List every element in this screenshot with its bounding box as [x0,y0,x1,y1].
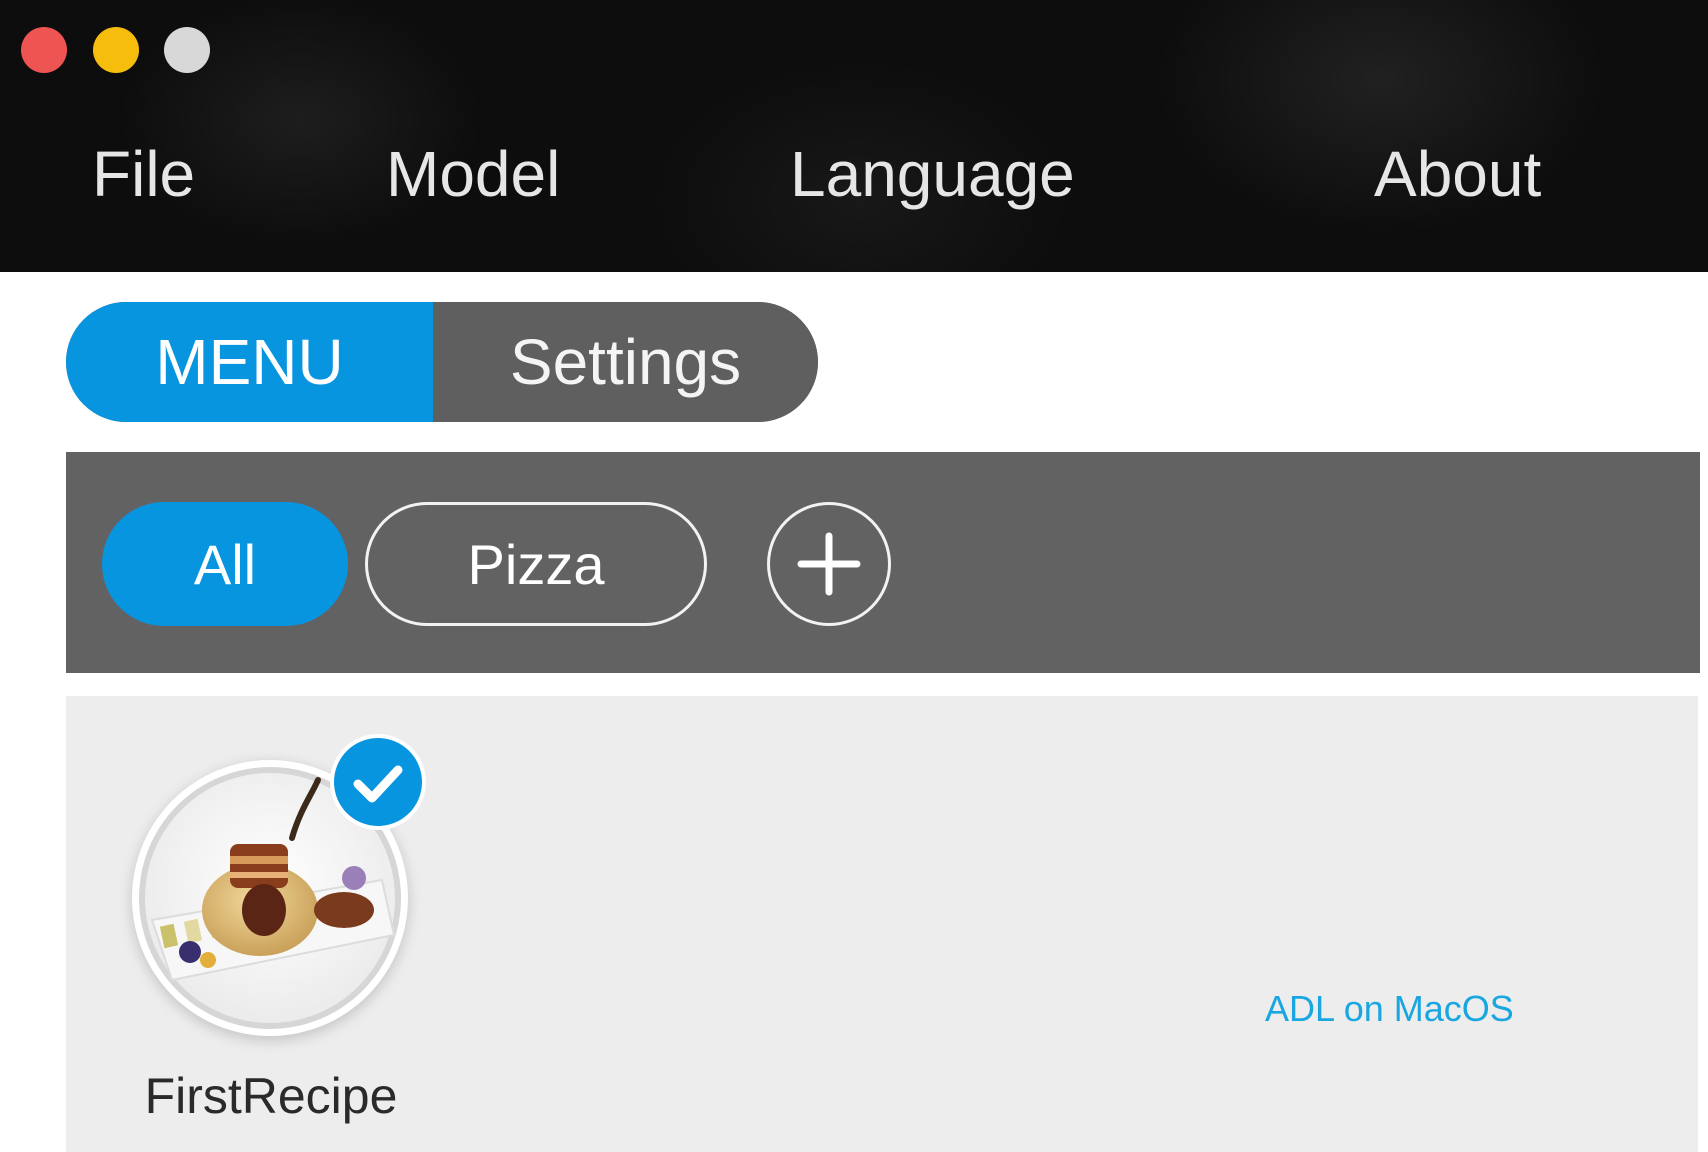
recipe-name: FirstRecipe [144,1068,398,1124]
category-chip-pizza[interactable]: Pizza [365,502,707,626]
checkmark-icon [353,765,403,803]
zoom-window-button[interactable] [164,27,210,73]
menu-language[interactable]: Language [790,136,1075,212]
tab-menu[interactable]: MENU [66,302,433,422]
add-category-button[interactable] [767,502,891,626]
minimize-window-button[interactable] [93,27,139,73]
menu-file[interactable]: File [92,136,195,212]
close-window-button[interactable] [21,27,67,73]
title-bar: File Model Language About [0,0,1708,272]
tab-settings[interactable]: Settings [433,302,818,422]
menu-about[interactable]: About [1374,136,1541,212]
category-bar: All Pizza [66,452,1700,673]
platform-note: ADL on MacOS [1265,988,1514,1029]
recipe-card[interactable]: FirstRecipe [126,734,426,1152]
main-tab-switcher: MENU Settings [66,302,818,422]
app-window: File Model Language About MENU Settings … [0,0,1708,1152]
plus-icon [797,532,861,596]
recipe-grid: FirstRecipe ADL on MacOS [66,696,1698,1152]
selected-badge [330,734,426,830]
category-chip-all[interactable]: All [102,502,348,626]
menu-model[interactable]: Model [386,136,560,212]
